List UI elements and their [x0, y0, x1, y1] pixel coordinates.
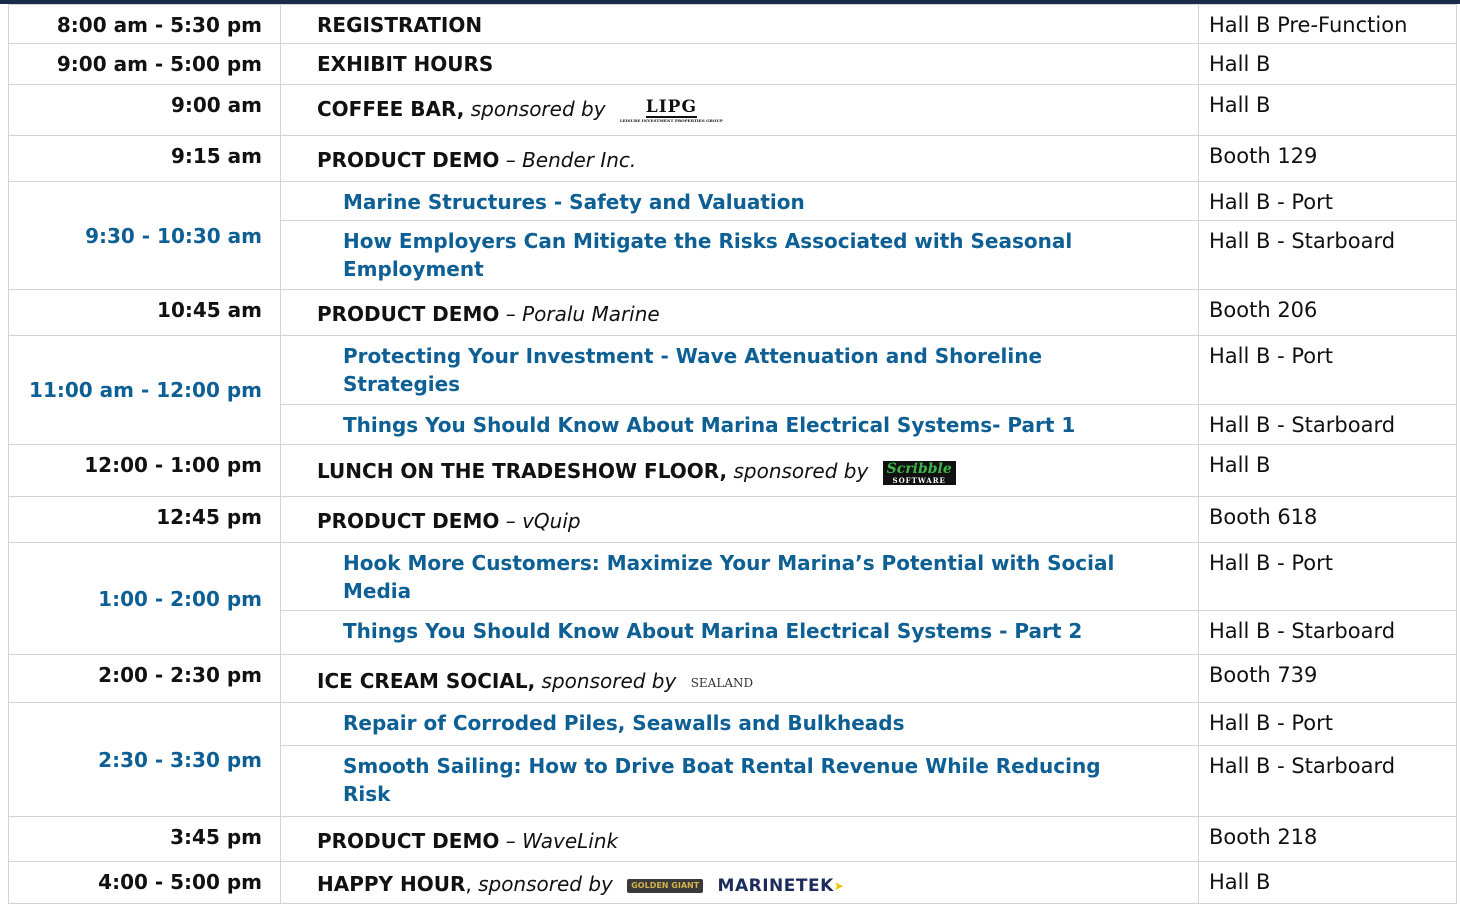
session-title[interactable]: Hook More Customers: Maximize Your Marin… — [280, 542, 1199, 611]
session-row: 11:00 am - 12:00 pm Protecting Your Inve… — [8, 335, 1457, 445]
event-title: PRODUCT DEMO — [317, 829, 500, 853]
event-title: PRODUCT DEMO — [317, 302, 500, 326]
demo-company: Poralu Marine — [522, 302, 660, 326]
event-cell: PRODUCT DEMO – WaveLink — [280, 816, 1199, 862]
event-title: PRODUCT DEMO — [317, 148, 500, 172]
scribble-logo-text: Scribble — [886, 460, 952, 477]
arrow-icon: ➤ — [833, 878, 845, 893]
schedule-table: 8:00 am - 5:30 pm REGISTRATION Hall B Pr… — [8, 4, 1457, 904]
event-title: HAPPY HOUR — [317, 872, 466, 896]
location-cell: Hall B - Port — [1198, 542, 1457, 611]
location-cell: Booth 218 — [1198, 816, 1457, 862]
location-cell: Hall B - Starboard — [1198, 404, 1457, 445]
time-cell: 2:00 - 2:30 pm — [8, 654, 281, 703]
time-cell: 12:45 pm — [8, 496, 281, 543]
event-cell: PRODUCT DEMO – Poralu Marine — [280, 289, 1199, 336]
dash: – — [505, 829, 516, 853]
table-row: 3:45 pm PRODUCT DEMO – WaveLink Booth 21… — [8, 816, 1457, 862]
session-title[interactable]: Things You Should Know About Marina Elec… — [280, 610, 1199, 655]
location-cell: Booth 618 — [1198, 496, 1457, 543]
location-cell: Hall B — [1198, 43, 1457, 85]
lipg-logo-text: LIPG — [645, 97, 697, 118]
location-cell: Hall B Pre-Function — [1198, 4, 1457, 44]
sponsored-by-text: sponsored by — [478, 872, 613, 896]
title-suffix: , — [465, 872, 472, 896]
time-cell: 1:00 - 2:00 pm — [8, 542, 281, 655]
time-cell: 9:00 am - 5:00 pm — [8, 43, 281, 85]
time-cell: 11:00 am - 12:00 pm — [8, 335, 281, 445]
time-cell: 3:45 pm — [8, 816, 281, 862]
location-cell: Hall B - Port — [1198, 181, 1457, 221]
event-title: PRODUCT DEMO — [317, 509, 500, 533]
event-cell: HAPPY HOUR, sponsored by GOLDEN GIANT MA… — [280, 861, 1199, 904]
location-cell: Hall B - Port — [1198, 335, 1457, 405]
session-title[interactable]: Repair of Corroded Piles, Seawalls and B… — [280, 702, 1199, 746]
location-cell: Hall B - Port — [1198, 702, 1457, 746]
time-cell: 2:30 - 3:30 pm — [8, 702, 281, 817]
event-title: ICE CREAM SOCIAL, — [317, 669, 536, 693]
marinetek-logo-text: MARINETEK — [717, 875, 834, 896]
marinetek-logo: MARINETEK➤ — [718, 872, 845, 900]
location-cell: Hall B - Starboard — [1198, 220, 1457, 290]
sponsored-by-text: sponsored by — [733, 459, 869, 483]
session-row: 2:30 - 3:30 pm Repair of Corroded Piles,… — [8, 702, 1457, 817]
event-cell: PRODUCT DEMO – Bender Inc. — [280, 135, 1199, 182]
location-cell: Booth 739 — [1198, 654, 1457, 703]
time-cell: 9:00 am — [8, 84, 281, 136]
scribble-logo-tagline: SOFTWARE — [892, 475, 946, 485]
table-row: 12:00 - 1:00 pm LUNCH ON THE TRADESHOW F… — [8, 444, 1457, 497]
location-cell: Hall B — [1198, 861, 1457, 904]
session-title[interactable]: Smooth Sailing: How to Drive Boat Rental… — [280, 745, 1199, 817]
event-cell: COFFEE BAR, sponsored by LIPG LEISURE IN… — [280, 84, 1199, 136]
event-cell: ICE CREAM SOCIAL, sponsored by SEALAND — [280, 654, 1199, 703]
dash: – — [505, 302, 516, 326]
golden-giant-logo: GOLDEN GIANT — [627, 878, 704, 893]
location-cell: Booth 129 — [1198, 135, 1457, 182]
dash: – — [505, 509, 516, 533]
table-row: 12:45 pm PRODUCT DEMO – vQuip Booth 618 — [8, 496, 1457, 543]
time-cell: 8:00 am - 5:30 pm — [8, 4, 281, 44]
time-cell: 4:00 - 5:00 pm — [8, 861, 281, 904]
location-cell: Hall B — [1198, 84, 1457, 136]
dash: – — [505, 148, 516, 172]
table-row: 4:00 - 5:00 pm HAPPY HOUR, sponsored by … — [8, 861, 1457, 904]
time-cell: 9:30 - 10:30 am — [8, 181, 281, 290]
location-cell: Booth 206 — [1198, 289, 1457, 336]
location-cell: Hall B — [1198, 444, 1457, 497]
sponsored-by-text: sponsored by — [470, 97, 606, 121]
location-cell: Hall B - Starboard — [1198, 745, 1457, 817]
table-row: 10:45 am PRODUCT DEMO – Poralu Marine Bo… — [8, 289, 1457, 336]
location-cell: Hall B - Starboard — [1198, 610, 1457, 655]
sponsored-by-text: sponsored by — [541, 669, 677, 693]
time-cell: 9:15 am — [8, 135, 281, 182]
sealand-logo: SEALAND — [690, 675, 754, 690]
session-title[interactable]: Marine Structures - Safety and Valuation — [280, 181, 1199, 221]
table-row: 9:00 am COFFEE BAR, sponsored by LIPG LE… — [8, 84, 1457, 136]
event-title: REGISTRATION — [317, 13, 483, 37]
demo-company: WaveLink — [522, 829, 619, 853]
table-row: 9:15 am PRODUCT DEMO – Bender Inc. Booth… — [8, 135, 1457, 182]
table-row: 2:00 - 2:30 pm ICE CREAM SOCIAL, sponsor… — [8, 654, 1457, 703]
demo-company: vQuip — [522, 509, 581, 533]
event-cell: PRODUCT DEMO – vQuip — [280, 496, 1199, 543]
event-title: LUNCH ON THE TRADESHOW FLOOR, — [317, 459, 728, 483]
lipg-logo: LIPG LEISURE INVESTMENT PROPERTIES GROUP — [620, 98, 723, 123]
session-row: 1:00 - 2:00 pm Hook More Customers: Maxi… — [8, 542, 1457, 655]
time-cell: 10:45 am — [8, 289, 281, 336]
scribble-logo: Scribble SOFTWARE — [882, 460, 956, 485]
session-row: 9:30 - 10:30 am Marine Structures - Safe… — [8, 181, 1457, 290]
time-cell: 12:00 - 1:00 pm — [8, 444, 281, 497]
demo-company: Bender Inc. — [522, 148, 637, 172]
table-row: 8:00 am - 5:30 pm REGISTRATION Hall B Pr… — [8, 4, 1457, 44]
event-cell: LUNCH ON THE TRADESHOW FLOOR, sponsored … — [280, 444, 1199, 497]
session-title[interactable]: Protecting Your Investment - Wave Attenu… — [280, 335, 1199, 405]
event-cell: EXHIBIT HOURS — [280, 43, 1199, 85]
event-title: COFFEE BAR, — [317, 97, 465, 121]
event-title: EXHIBIT HOURS — [317, 52, 494, 76]
session-title[interactable]: How Employers Can Mitigate the Risks Ass… — [280, 220, 1199, 290]
session-title[interactable]: Things You Should Know About Marina Elec… — [280, 404, 1199, 445]
event-cell: REGISTRATION — [280, 4, 1199, 44]
lipg-logo-tagline: LEISURE INVESTMENT PROPERTIES GROUP — [619, 118, 723, 123]
table-row: 9:00 am - 5:00 pm EXHIBIT HOURS Hall B — [8, 43, 1457, 85]
